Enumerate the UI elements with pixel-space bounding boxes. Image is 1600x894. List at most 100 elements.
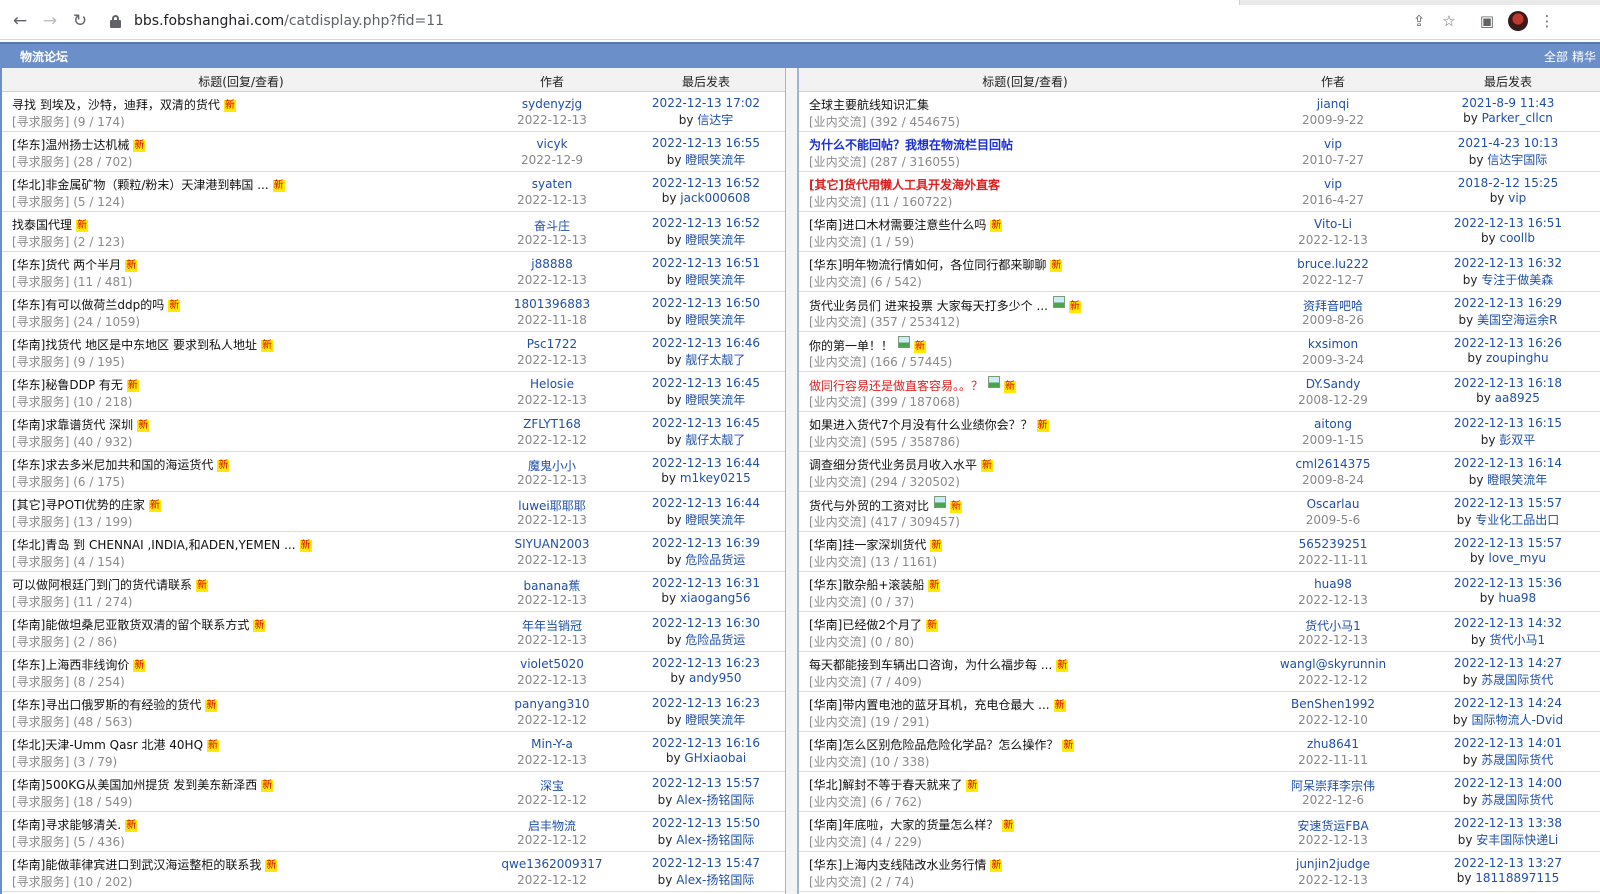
last-post-user-link[interactable]: 苏晟国际货代 xyxy=(1481,673,1553,687)
author-link[interactable]: vip xyxy=(1251,177,1415,191)
author-link[interactable]: Min-Y-a xyxy=(480,737,624,751)
last-post-time-link[interactable]: 2022-12-13 16:39 xyxy=(624,536,785,550)
thread-category[interactable]: [寻求服务] xyxy=(12,355,69,369)
thread-title-link[interactable]: [华东]秘鲁DDP 有无 xyxy=(12,378,123,392)
last-post-time-link[interactable]: 2021-8-9 11:43 xyxy=(1415,96,1600,110)
last-post-user-link[interactable]: 瞪眼笑流年 xyxy=(685,393,745,407)
last-post-time-link[interactable]: 2022-12-13 15:57 xyxy=(1415,496,1600,510)
last-post-time-link[interactable]: 2022-12-13 16:51 xyxy=(624,256,785,270)
author-link[interactable]: 魔鬼小小 xyxy=(480,457,624,474)
thread-title-link[interactable]: [华南]进口木材需要注意些什么吗 xyxy=(809,218,986,232)
thread-category[interactable]: [寻求服务] xyxy=(12,835,69,849)
author-link[interactable]: jianqi xyxy=(1251,97,1415,111)
author-link[interactable]: cml2614375 xyxy=(1251,457,1415,471)
thread-title-link[interactable]: [华南]求靠谱货代 深圳 xyxy=(12,418,133,432)
last-post-user-link[interactable]: 瞪眼笑流年 xyxy=(685,713,745,727)
last-post-user-link[interactable]: GHxiaobai xyxy=(684,751,746,765)
thread-title-link[interactable]: [华南]寻求能够清关. xyxy=(12,818,121,832)
author-link[interactable]: 565239251 xyxy=(1251,537,1415,551)
forward-arrow-icon[interactable]: → xyxy=(40,11,60,31)
last-post-user-link[interactable]: 信达宇 xyxy=(697,113,733,127)
thread-category[interactable]: [寻求服务] xyxy=(12,475,69,489)
last-post-time-link[interactable]: 2022-12-13 14:00 xyxy=(1415,776,1600,790)
thread-title-link[interactable]: [华东]温州扬士达机械 xyxy=(12,138,129,152)
thread-title-link[interactable]: [华东]散杂船+滚装船 xyxy=(809,578,924,592)
thread-title-link[interactable]: [华东]上海内支线陆改水业务行情 xyxy=(809,858,986,872)
thread-category[interactable]: [业内交流] xyxy=(809,875,866,889)
thread-title-link[interactable]: [华东]求去多米尼加共和国的海运货代 xyxy=(12,458,213,472)
thread-category[interactable]: [寻求服务] xyxy=(12,315,69,329)
thread-category[interactable]: [寻求服务] xyxy=(12,595,69,609)
last-post-time-link[interactable]: 2022-12-13 16:29 xyxy=(1415,296,1600,310)
last-post-user-link[interactable]: 瞪眼笑流年 xyxy=(1487,473,1547,487)
last-post-time-link[interactable]: 2022-12-13 16:16 xyxy=(624,736,785,750)
thread-category[interactable]: [业内交流] xyxy=(809,275,866,289)
last-post-time-link[interactable]: 2022-12-13 14:24 xyxy=(1415,696,1600,710)
address-bar[interactable]: bbs.fobshanghai.com/catdisplay.php?fid=1… xyxy=(106,10,1450,34)
last-post-user-link[interactable]: Alex-扬铭国际 xyxy=(676,833,754,847)
thread-category[interactable]: [寻求服务] xyxy=(12,395,69,409)
thread-category[interactable]: [寻求服务] xyxy=(12,515,69,529)
thread-title-link[interactable]: [华南]年底啦，大家的货量怎么样？ xyxy=(809,818,998,832)
thread-category[interactable]: [业内交流] xyxy=(809,795,866,809)
thread-title-link[interactable]: [其它]货代用懒人工具开发海外直客 xyxy=(809,178,1000,192)
thread-category[interactable]: [业内交流] xyxy=(809,235,866,249)
last-post-user-link[interactable]: andy950 xyxy=(689,671,742,685)
last-post-user-link[interactable]: 苏晟国际货代 xyxy=(1481,753,1553,767)
author-link[interactable]: j88888 xyxy=(480,257,624,271)
thread-category[interactable]: [寻求服务] xyxy=(12,635,69,649)
last-post-time-link[interactable]: 2022-12-13 13:38 xyxy=(1415,816,1600,830)
last-post-user-link[interactable]: 靓仔太靓了 xyxy=(685,433,745,447)
last-post-time-link[interactable]: 2022-12-13 16:44 xyxy=(624,496,785,510)
last-post-user-link[interactable]: love_myu xyxy=(1488,551,1546,565)
last-post-user-link[interactable]: hua98 xyxy=(1498,591,1536,605)
thread-category[interactable]: [业内交流] xyxy=(809,475,866,489)
last-post-time-link[interactable]: 2022-12-13 13:27 xyxy=(1415,856,1600,870)
thread-title-link[interactable]: [华南]500KG从美国加州提货 发到美东新泽西 xyxy=(12,778,257,792)
thread-title-link[interactable]: 货代业务员们 进来投票 大家每天打多少个 ... xyxy=(809,299,1048,313)
last-post-time-link[interactable]: 2022-12-13 16:18 xyxy=(1415,376,1600,390)
author-link[interactable]: SIYUAN2003 xyxy=(480,537,624,551)
thread-category[interactable]: [业内交流] xyxy=(809,635,866,649)
last-post-user-link[interactable]: 18118897115 xyxy=(1475,871,1559,885)
last-post-user-link[interactable]: 美国空海运余R xyxy=(1477,313,1557,327)
author-link[interactable]: bruce.lu222 xyxy=(1251,257,1415,271)
author-link[interactable]: Helosie xyxy=(480,377,624,391)
last-post-user-link[interactable]: 专注于做美森 xyxy=(1481,273,1553,287)
author-link[interactable]: 资拜音吧哈 xyxy=(1251,297,1415,314)
last-post-time-link[interactable]: 2022-12-13 16:32 xyxy=(1415,256,1600,270)
thread-category[interactable]: [业内交流] xyxy=(809,315,866,329)
last-post-user-link[interactable]: 瞪眼笑流年 xyxy=(685,233,745,247)
thread-title-link[interactable]: [华南]挂一家深圳货代 xyxy=(809,538,926,552)
last-post-user-link[interactable]: Alex-扬铭国际 xyxy=(676,873,754,887)
thread-title-link[interactable]: [华北]非金属矿物（颗粒/粉末）天津港到韩国 ... xyxy=(12,178,269,192)
last-post-time-link[interactable]: 2022-12-13 16:44 xyxy=(624,456,785,470)
thread-category[interactable]: [业内交流] xyxy=(809,395,866,409)
author-link[interactable]: kxsimon xyxy=(1251,337,1415,351)
last-post-user-link[interactable]: 危险品货运 xyxy=(685,633,745,647)
thread-category[interactable]: [寻求服务] xyxy=(12,435,69,449)
last-post-user-link[interactable]: 瞪眼笑流年 xyxy=(685,273,745,287)
last-post-user-link[interactable]: 瞪眼笑流年 xyxy=(685,153,745,167)
thread-title-link[interactable]: [华东]上海西非线询价 xyxy=(12,658,129,672)
last-post-user-link[interactable]: coollb xyxy=(1499,231,1535,245)
author-link[interactable]: luwei耶耶耶 xyxy=(480,497,624,514)
last-post-time-link[interactable]: 2021-4-23 10:13 xyxy=(1415,136,1600,150)
last-post-user-link[interactable]: 瞪眼笑流年 xyxy=(685,513,745,527)
last-post-time-link[interactable]: 2022-12-13 16:50 xyxy=(624,296,785,310)
last-post-time-link[interactable]: 2022-12-13 15:47 xyxy=(624,856,785,870)
author-link[interactable]: BenShen1992 xyxy=(1251,697,1415,711)
last-post-user-link[interactable]: Alex-扬铭国际 xyxy=(676,793,754,807)
author-link[interactable]: qwe1362009317 xyxy=(480,857,624,871)
author-link[interactable]: ZFLYT168 xyxy=(480,417,624,431)
author-link[interactable]: 年年当销冠 xyxy=(480,617,624,634)
thread-category[interactable]: [业内交流] xyxy=(809,515,866,529)
author-link[interactable]: syaten xyxy=(480,177,624,191)
last-post-user-link[interactable]: jack000608 xyxy=(680,191,750,205)
author-link[interactable]: 深宝 xyxy=(480,777,624,794)
author-link[interactable]: Oscarlau xyxy=(1251,497,1415,511)
thread-title-link[interactable]: 调查细分货代业务员月收入水平 xyxy=(809,458,977,472)
author-link[interactable]: 货代小马1 xyxy=(1251,617,1415,634)
author-link[interactable]: aitong xyxy=(1251,417,1415,431)
thread-title-link[interactable]: 你的第一单！！ xyxy=(809,339,893,353)
